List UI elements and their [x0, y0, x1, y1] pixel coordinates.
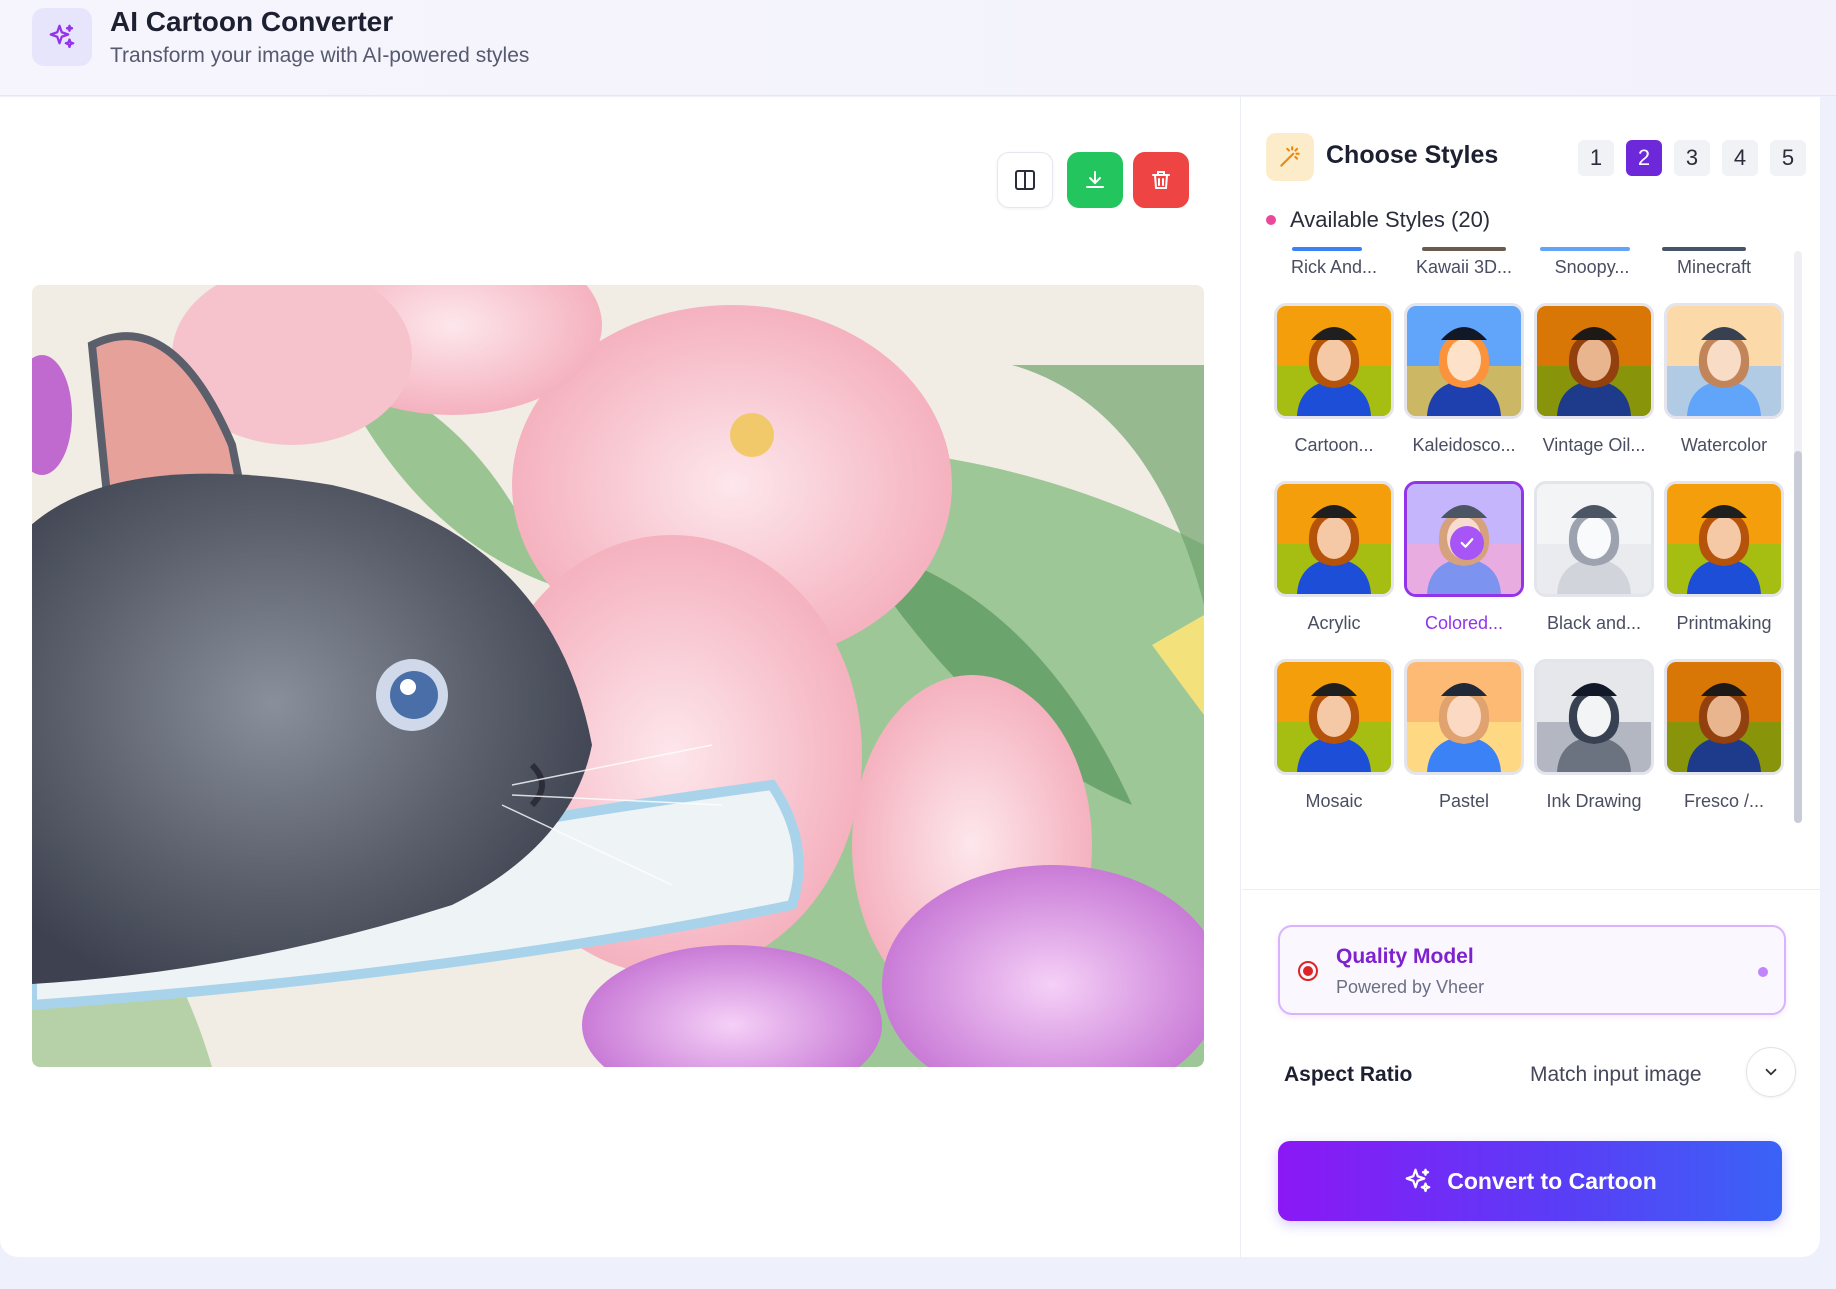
style-label: Acrylic [1307, 613, 1361, 633]
style-tile-acrylic[interactable]: Acrylic [1274, 481, 1394, 634]
thumb-edge [1422, 247, 1506, 251]
sparkles-icon [49, 24, 75, 49]
style-grid[interactable]: Rick And... Kawaii 3D... Snoopy... Minec… [1270, 247, 1790, 827]
style-label: Fresco /... [1683, 791, 1764, 811]
thumb-edge [1540, 247, 1630, 251]
style-label: Cartoon... [1294, 435, 1374, 455]
style-tile-pastel[interactable]: Pastel [1404, 659, 1524, 812]
style-thumbnail[interactable] [1664, 659, 1784, 775]
style-label: Black and... [1546, 613, 1642, 633]
available-styles-label: Available Styles (20) [1290, 207, 1491, 232]
sparkles-icon [1405, 1168, 1431, 1193]
result-image [32, 285, 1204, 1067]
style-thumbnail[interactable] [1274, 481, 1394, 597]
trash-icon [1152, 171, 1170, 189]
download-button[interactable] [1067, 152, 1123, 208]
magic-wand-icon [1280, 146, 1300, 167]
aspect-ratio-label: Aspect Ratio [1284, 1063, 1413, 1086]
aspect-ratio-value[interactable]: Match input image [1530, 1063, 1702, 1087]
status-dot [1266, 215, 1276, 225]
page-button-3[interactable]: 3 [1674, 140, 1710, 176]
section-divider [1242, 889, 1820, 890]
model-subtitle: Powered by Vheer [1336, 977, 1485, 997]
style-tile-cartoon[interactable]: Cartoon... [1274, 303, 1394, 456]
style-thumbnail[interactable] [1274, 303, 1394, 419]
compare-button[interactable] [997, 152, 1053, 208]
style-label-rick-and-morty[interactable]: Rick And... [1274, 257, 1394, 278]
style-thumbnail[interactable] [1664, 481, 1784, 597]
page-button-1[interactable]: 1 [1578, 140, 1614, 176]
style-label: Printmaking [1676, 613, 1772, 633]
page-button-4[interactable]: 4 [1722, 140, 1758, 176]
style-label: Pastel [1438, 791, 1490, 811]
page-subtitle: Transform your image with AI-powered sty… [110, 44, 530, 67]
model-radio[interactable] [1298, 961, 1318, 981]
style-label: Vintage Oil... [1542, 435, 1646, 455]
delete-button[interactable] [1133, 152, 1189, 208]
scrollbar-thumb[interactable] [1794, 451, 1802, 823]
style-thumbnail[interactable] [1404, 481, 1524, 597]
model-selector[interactable]: Quality Model Powered by Vheer [1278, 925, 1786, 1015]
convert-button[interactable]: Convert to Cartoon [1278, 1141, 1782, 1221]
download-icon [1086, 171, 1104, 188]
style-thumbnail[interactable] [1664, 303, 1784, 419]
style-tile-printmaking[interactable]: Printmaking [1664, 481, 1784, 634]
convert-button-label: Convert to Cartoon [1447, 1167, 1657, 1194]
style-tile-watercolor[interactable]: Watercolor [1664, 303, 1784, 456]
style-thumbnail[interactable] [1534, 481, 1654, 597]
page-footer-band [0, 1257, 1836, 1289]
chevron-down-icon [1765, 1068, 1777, 1076]
page-button-2[interactable]: 2 [1626, 140, 1662, 176]
style-tile-fresco[interactable]: Fresco /... [1664, 659, 1784, 812]
style-thumbnail[interactable] [1534, 303, 1654, 419]
selected-check-icon [1450, 526, 1484, 560]
style-label-kawaii-3d[interactable]: Kawaii 3D... [1404, 257, 1524, 278]
style-tile-kaleidosco[interactable]: Kaleidosco... [1404, 303, 1524, 456]
style-tile-mosaic[interactable]: Mosaic [1274, 659, 1394, 812]
style-thumbnail[interactable] [1274, 659, 1394, 775]
style-label: Watercolor [1680, 435, 1768, 455]
converter-card: Choose Styles 1 2 3 4 5 Available Styles… [0, 97, 1820, 1257]
style-grid-scrollbar[interactable] [1794, 251, 1802, 823]
style-tile-black-and[interactable]: Black and... [1534, 481, 1654, 634]
style-label-minecraft[interactable]: Minecraft [1654, 257, 1774, 278]
style-pagination: 1 2 3 4 5 [1578, 140, 1806, 176]
thumb-edge [1662, 247, 1746, 251]
aspect-ratio-dropdown[interactable] [1746, 1047, 1796, 1097]
style-label: Ink Drawing [1546, 791, 1642, 811]
style-tile-ink-drawing[interactable]: Ink Drawing [1534, 659, 1654, 812]
preview-pane [0, 97, 1241, 1257]
styles-pane: Choose Styles 1 2 3 4 5 Available Styles… [1242, 97, 1820, 1257]
model-indicator-dot [1758, 967, 1768, 977]
available-styles-heading: Available Styles (20) [1266, 207, 1490, 233]
style-tile-colored[interactable]: Colored... [1404, 481, 1524, 634]
style-label: Mosaic [1305, 791, 1363, 811]
style-label-snoopy[interactable]: Snoopy... [1532, 257, 1652, 278]
logo-badge [32, 8, 92, 66]
split-view-icon [1015, 170, 1035, 190]
page-button-5[interactable]: 5 [1770, 140, 1806, 176]
app-header: AI Cartoon Converter Transform your imag… [0, 0, 1836, 96]
thumb-edge [1292, 247, 1362, 251]
styles-title: Choose Styles [1326, 141, 1499, 169]
style-thumbnail[interactable] [1404, 303, 1524, 419]
model-title: Quality Model [1336, 945, 1474, 968]
style-label: Colored... [1424, 613, 1504, 633]
style-tile-vintage-oil[interactable]: Vintage Oil... [1534, 303, 1654, 456]
style-thumbnail[interactable] [1534, 659, 1654, 775]
styles-badge [1266, 133, 1314, 181]
style-label: Kaleidosco... [1412, 435, 1516, 455]
page-title: AI Cartoon Converter [110, 6, 394, 37]
style-thumbnail[interactable] [1404, 659, 1524, 775]
partial-style-row: Rick And... Kawaii 3D... Snoopy... Minec… [1270, 247, 1790, 283]
